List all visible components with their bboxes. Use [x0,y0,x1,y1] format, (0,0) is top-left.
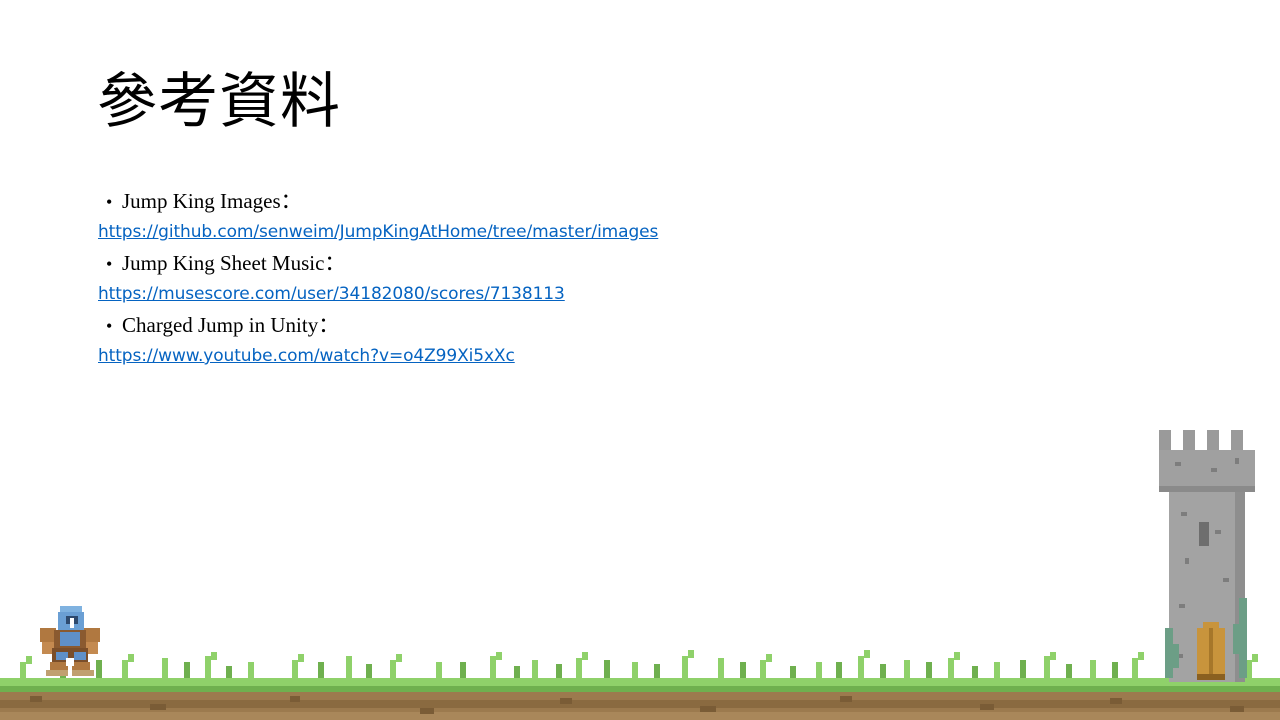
reference-label-text: Charged Jump in Unity： [122,313,340,337]
reference-link[interactable]: https://github.com/senweim/JumpKingAtHom… [98,217,998,248]
reference-link[interactable]: https://musescore.com/user/34182080/scor… [98,279,998,310]
reference-label-text: Jump King Images： [122,189,302,213]
slide: 參考資料 • Jump King Images： https://github.c… [0,0,1280,720]
bullet-icon: • [106,254,113,274]
bullet-icon: • [106,192,113,212]
pixel-grass-ground [0,650,1280,720]
reference-label-text: Jump King Sheet Music： [122,251,346,275]
knight-sprite-icon [40,606,100,676]
reference-entry: • Charged Jump in Unity： https://www.yout… [98,310,998,372]
tower-illustration [1159,430,1255,682]
reference-entry: • Jump King Images： https://github.com/se… [98,186,998,248]
slide-title: 參考資料 [97,67,341,137]
reference-list: • Jump King Images： https://github.com/se… [98,186,998,372]
reference-link[interactable]: https://www.youtube.com/watch?v=o4Z99Xi5… [98,341,998,372]
reference-label: • Jump King Images： [98,186,998,217]
reference-entry: • Jump King Sheet Music： https://musescor… [98,248,998,310]
reference-label: • Jump King Sheet Music： [98,248,998,279]
bullet-icon: • [106,316,113,336]
reference-label: • Charged Jump in Unity： [98,310,998,341]
